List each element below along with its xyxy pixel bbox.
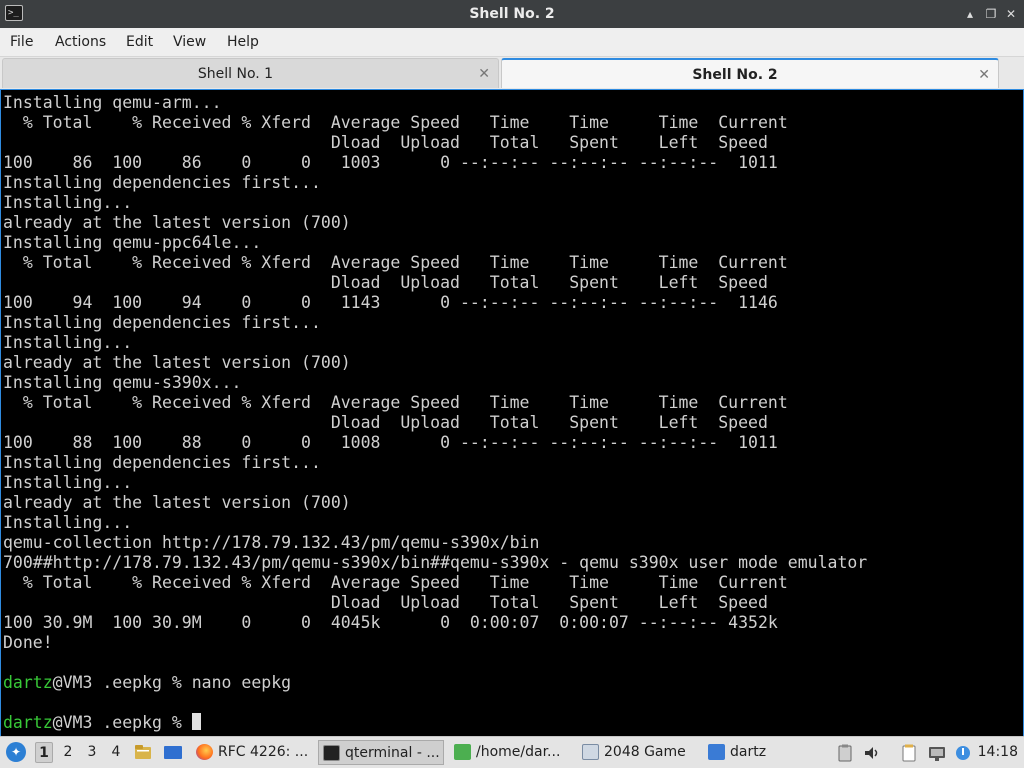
prompt-user: dartz	[3, 713, 53, 732]
close-icon[interactable]: ✕	[978, 60, 990, 90]
menu-actions[interactable]: Actions	[55, 28, 106, 56]
task-label: dartz	[730, 744, 767, 760]
task-label: 2048 Game	[604, 744, 686, 760]
prompt-text: @VM3 .eepkg %	[52, 713, 192, 732]
window-titlebar: >_ Shell No. 2 ▴ ❐ ✕	[0, 0, 1024, 28]
terminal-icon	[323, 745, 340, 761]
taskbar: ✦ 1 2 3 4 RFC 4226: ... qterminal - ... …	[0, 736, 1024, 768]
workspace-3[interactable]: 3	[83, 742, 101, 763]
terminal-line: Dload Upload Total Spent Left Speed	[3, 593, 768, 612]
window-icon	[582, 744, 599, 760]
terminal-line: % Total % Received % Xferd Average Speed…	[3, 573, 788, 592]
notes-icon[interactable]	[900, 744, 918, 762]
tab-bar: Shell No. 1 ✕ Shell No. 2 ✕	[0, 57, 1024, 89]
task-dartz-folder[interactable]: dartz	[704, 740, 814, 765]
close-icon[interactable]: ✕	[478, 59, 490, 89]
display-icon[interactable]	[928, 744, 946, 762]
tab-shell-1[interactable]: Shell No. 1 ✕	[2, 58, 499, 88]
prompt-text: @VM3 .eepkg % nano eepkg	[52, 673, 292, 692]
close-button[interactable]: ✕	[1003, 6, 1019, 22]
terminal-line: Dload Upload Total Spent Left Speed	[3, 273, 768, 292]
task-qterminal[interactable]: qterminal - ...	[318, 740, 444, 765]
terminal-line: Installing qemu-ppc64le...	[3, 233, 262, 252]
tab-shell-2[interactable]: Shell No. 2 ✕	[501, 58, 999, 88]
task-2048-game[interactable]: 2048 Game	[578, 740, 698, 765]
terminal-line: Done!	[3, 633, 53, 652]
tab-label: Shell No. 2	[692, 67, 778, 83]
terminal-line: % Total % Received % Xferd Average Speed…	[3, 113, 788, 132]
menu-help[interactable]: Help	[227, 28, 259, 56]
task-firefox[interactable]: RFC 4226: ...	[192, 740, 312, 765]
terminal-line: Installing qemu-arm...	[3, 93, 222, 112]
prompt-line: dartz@VM3 .eepkg %	[3, 713, 867, 733]
terminal-line: 100 88 100 88 0 0 1008 0 --:--:-- --:--:…	[3, 433, 778, 452]
terminal-line: Dload Upload Total Spent Left Speed	[3, 133, 768, 152]
terminal-line: Installing...	[3, 513, 133, 532]
workspace-2[interactable]: 2	[59, 742, 77, 763]
terminal-line: 100 30.9M 100 30.9M 0 0 4045k 0 0:00:07 …	[3, 613, 778, 632]
text-cursor	[191, 713, 201, 730]
window-title: Shell No. 2	[469, 6, 555, 22]
terminal-line: already at the latest version (700)	[3, 353, 351, 372]
task-text-editor[interactable]: /home/dar...	[450, 740, 572, 765]
prompt-line: dartz@VM3 .eepkg % nano eepkg	[3, 673, 867, 693]
prompt-user: dartz	[3, 673, 53, 692]
terminal-line: Installing...	[3, 473, 133, 492]
terminal-line: % Total % Received % Xferd Average Speed…	[3, 393, 788, 412]
menu-edit[interactable]: Edit	[126, 28, 153, 56]
firefox-icon	[196, 744, 213, 760]
menu-view[interactable]: View	[173, 28, 206, 56]
terminal-line: 100 94 100 94 0 0 1143 0 --:--:-- --:--:…	[3, 293, 778, 312]
menu-bar: File Actions Edit View Help	[0, 28, 1024, 57]
workspace-1[interactable]: 1	[35, 742, 53, 763]
prompt-line	[3, 693, 867, 713]
terminal-line: % Total % Received % Xferd Average Speed…	[3, 253, 788, 272]
terminal-line: Installing dependencies first...	[3, 173, 321, 192]
task-label: RFC 4226: ...	[218, 744, 309, 760]
menu-file[interactable]: File	[10, 28, 33, 56]
restore-button[interactable]: ❐	[983, 6, 999, 22]
taskbar-clock[interactable]: 14:18	[978, 737, 1018, 768]
folder-icon	[708, 744, 725, 760]
terminal-line: Installing dependencies first...	[3, 313, 321, 332]
terminal-line: already at the latest version (700)	[3, 213, 351, 232]
network-icon[interactable]	[954, 744, 972, 762]
task-label: qterminal - ...	[345, 745, 440, 761]
clipboard-icon[interactable]	[836, 744, 854, 762]
terminal-line: Installing qemu-s390x...	[3, 373, 242, 392]
terminal-line: Installing dependencies first...	[3, 453, 321, 472]
task-label: /home/dar...	[476, 744, 561, 760]
terminal-line: 100 86 100 86 0 0 1003 0 --:--:-- --:--:…	[3, 153, 778, 172]
terminal-line: already at the latest version (700)	[3, 493, 351, 512]
terminal-line: 700##http://178.79.132.43/pm/qemu-s390x/…	[3, 553, 868, 572]
volume-icon[interactable]	[863, 744, 881, 762]
terminal-line: Dload Upload Total Spent Left Speed	[3, 413, 768, 432]
terminal-line: Installing...	[3, 193, 133, 212]
show-desktop-icon[interactable]	[163, 743, 182, 761]
minimize-button[interactable]: ▴	[962, 6, 978, 22]
terminal-view[interactable]: Installing qemu-arm... % Total % Receive…	[0, 89, 1024, 737]
text-editor-icon	[454, 744, 471, 760]
terminal-output: Installing qemu-arm... % Total % Receive…	[3, 93, 867, 733]
file-manager-launcher-icon[interactable]	[134, 743, 152, 761]
terminal-line: Installing...	[3, 333, 133, 352]
start-menu-icon[interactable]: ✦	[6, 742, 26, 762]
terminal-line: qemu-collection http://178.79.132.43/pm/…	[3, 533, 540, 552]
workspace-4[interactable]: 4	[107, 742, 125, 763]
tab-label: Shell No. 1	[197, 66, 274, 82]
